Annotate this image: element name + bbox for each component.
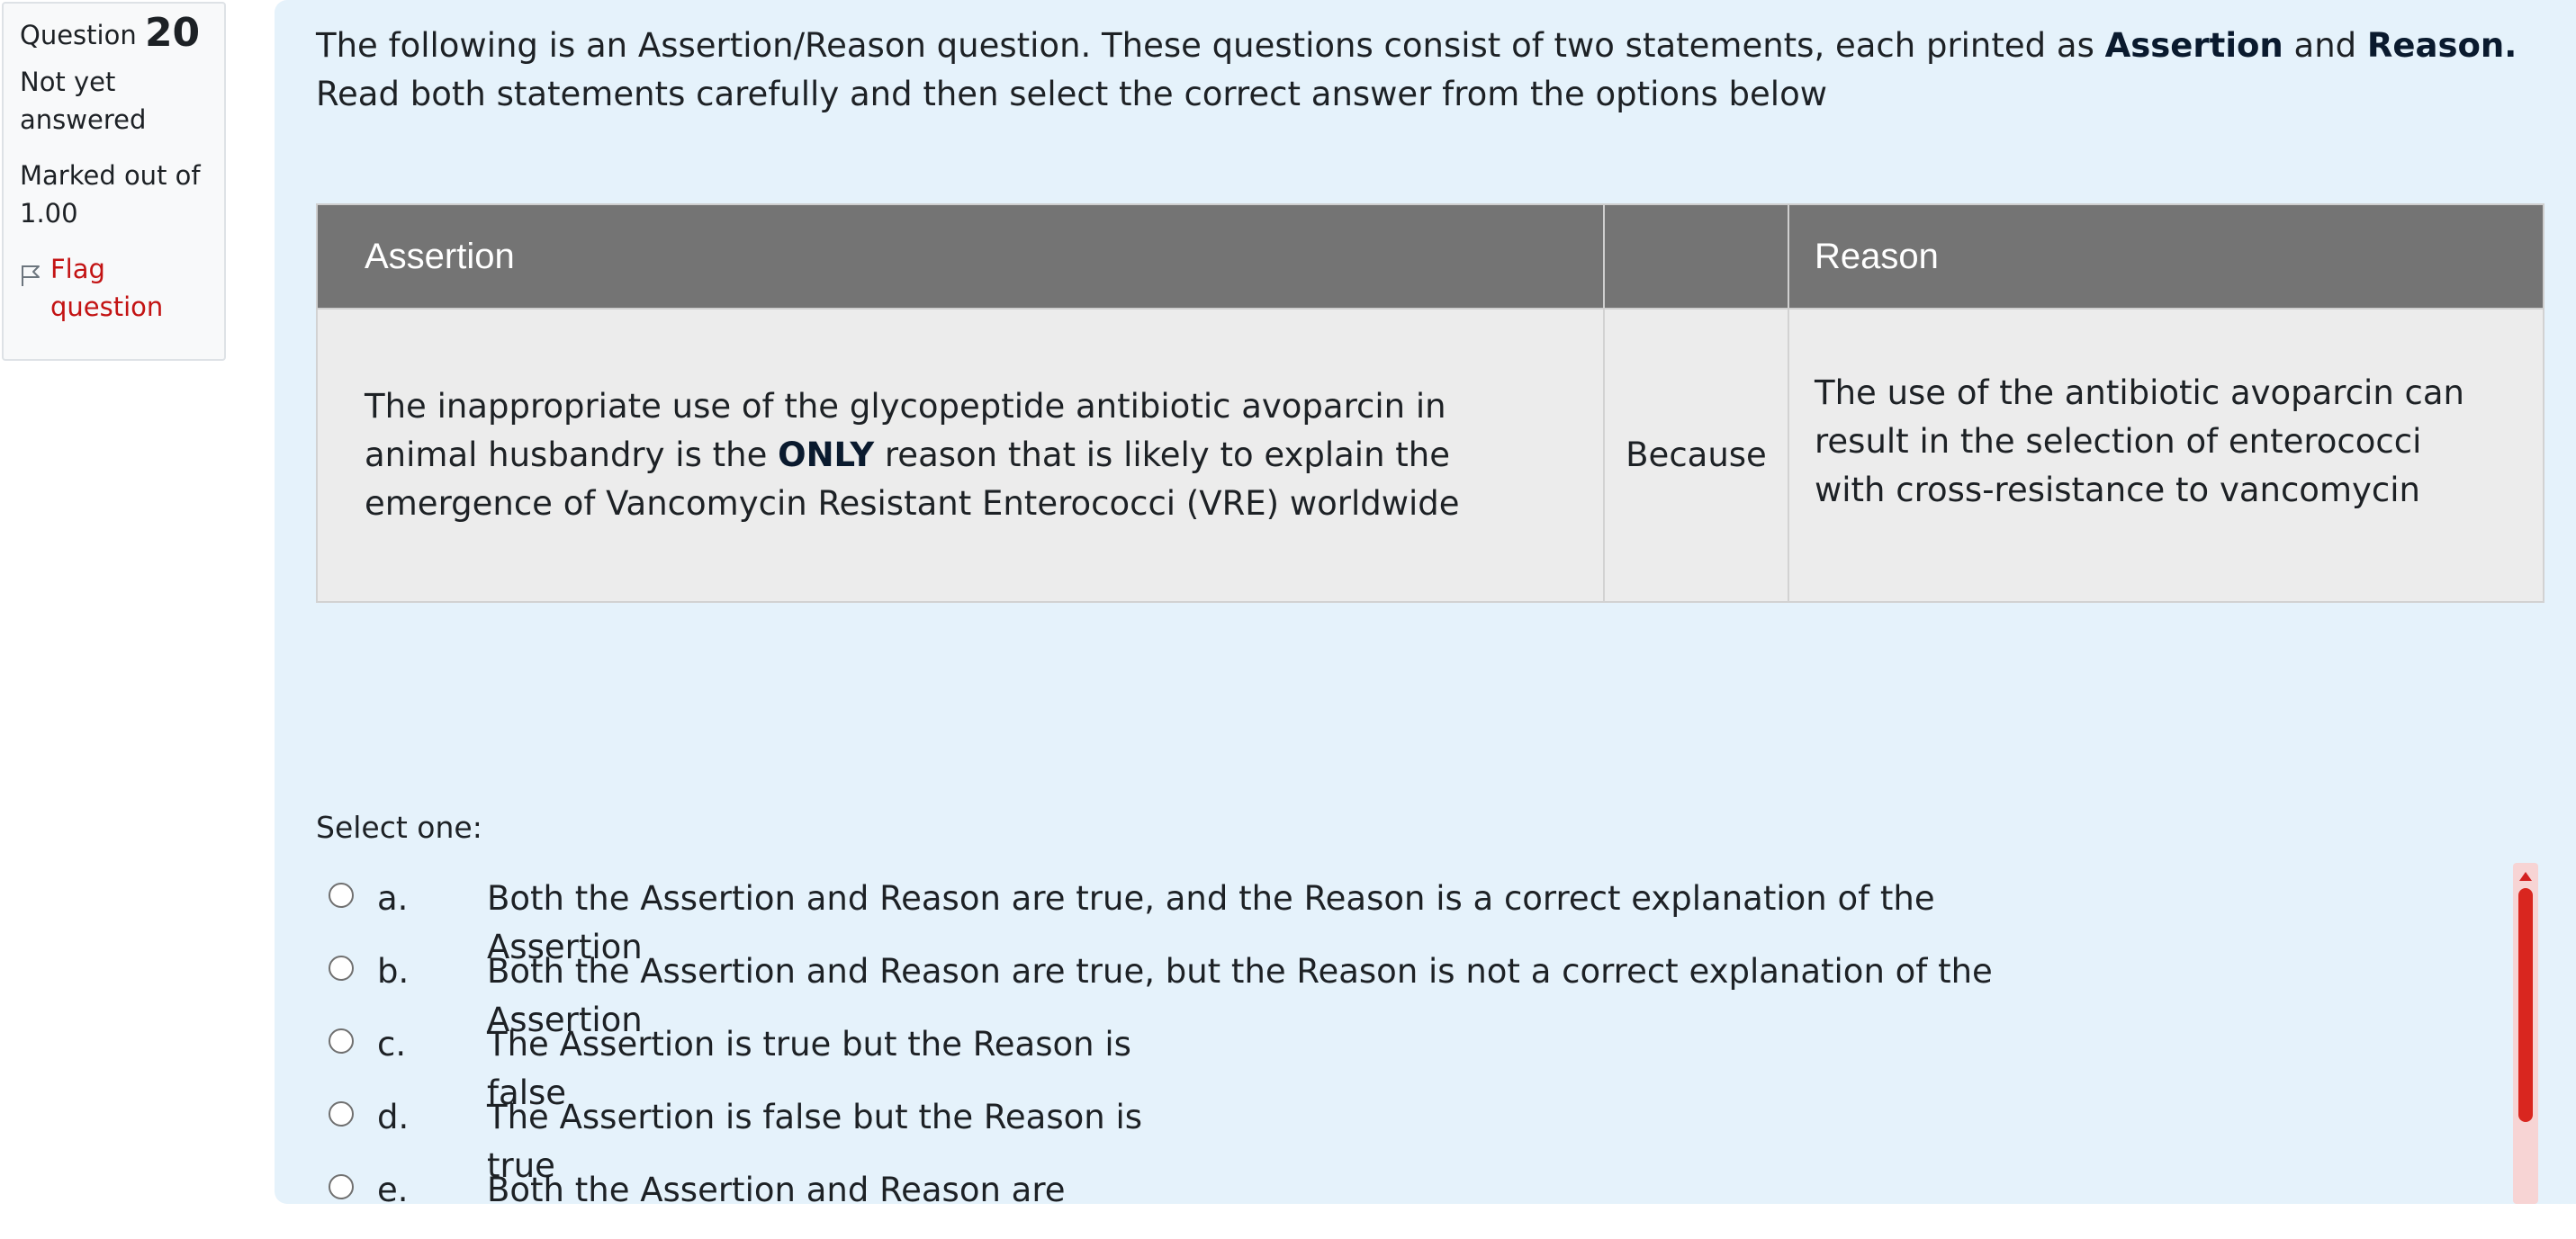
- question-text: The following is an Assertion/Reason que…: [316, 22, 2566, 119]
- option-text: Both the Assertion and Reason are: [487, 1166, 1066, 1215]
- answer-options: a. Both the Assertion and Reason are tru…: [329, 875, 2489, 1239]
- scrollbar-thumb[interactable]: [2518, 888, 2533, 1122]
- vertical-scrollbar[interactable]: [2513, 863, 2538, 1204]
- intro-bold-assertion: Assertion: [2104, 26, 2283, 65]
- header-reason: Reason: [1788, 203, 2544, 310]
- question-grade: Marked out of 1.00: [20, 160, 201, 229]
- table-row: The inappropriate use of the glycopeptid…: [316, 308, 2544, 603]
- answer-option-d[interactable]: d. The Assertion is false but the Reason…: [329, 1093, 2489, 1185]
- assertion-reason-table: Assertion Reason The inappropriate use o…: [316, 203, 2544, 603]
- because-cell: Because: [1603, 308, 1789, 603]
- table-header-row: Assertion Reason: [316, 203, 2544, 310]
- question-state: Not yet answered: [20, 67, 147, 135]
- option-text-line1: Both the Assertion and Reason are true, …: [487, 879, 1935, 918]
- flag-icon: [20, 259, 43, 286]
- select-one-prompt: Select one:: [316, 810, 482, 845]
- radio-d[interactable]: [329, 1101, 354, 1127]
- scroll-up-arrow-icon[interactable]: [2519, 872, 2532, 881]
- header-middle: [1603, 203, 1789, 310]
- option-text-line1: The Assertion is false but the Reason is: [487, 1098, 1143, 1136]
- assertion-cell: The inappropriate use of the glycopeptid…: [316, 308, 1605, 603]
- answer-option-a[interactable]: a. Both the Assertion and Reason are tru…: [329, 875, 2489, 966]
- option-letter: e.: [377, 1171, 409, 1209]
- answer-option-e[interactable]: e. Both the Assertion and Reason are: [329, 1166, 2489, 1239]
- answer-option-b[interactable]: b. Both the Assertion and Reason are tru…: [329, 947, 2489, 1039]
- intro-text-1: The following is an Assertion/Reason que…: [316, 26, 2105, 65]
- assertion-bold: ONLY: [778, 435, 875, 474]
- intro-text-line2: Read both statements carefully and then …: [316, 75, 1827, 113]
- flag-question-link[interactable]: Flag question: [20, 250, 208, 326]
- reason-cell: The use of the antibiotic avoparcin can …: [1788, 308, 2544, 603]
- flag-question-label: Flag question: [50, 254, 164, 322]
- question-label: Question: [20, 20, 137, 50]
- option-letter: c.: [377, 1025, 407, 1064]
- option-letter: d.: [377, 1098, 410, 1136]
- intro-bold-reason: Reason.: [2366, 26, 2517, 65]
- header-assertion: Assertion: [316, 203, 1605, 310]
- question-number: Question 20: [20, 13, 208, 54]
- radio-a[interactable]: [329, 883, 354, 908]
- question-info: Question 20 Not yet answered Marked out …: [2, 2, 226, 361]
- question-number-value: 20: [144, 10, 201, 56]
- question-content: The following is an Assertion/Reason que…: [275, 0, 2576, 1209]
- radio-c[interactable]: [329, 1028, 354, 1054]
- intro-text-2: and: [2283, 26, 2367, 65]
- radio-b[interactable]: [329, 956, 354, 981]
- option-text-line1: The Assertion is true but the Reason is: [487, 1025, 1131, 1064]
- option-letter: a.: [377, 879, 409, 918]
- radio-e[interactable]: [329, 1174, 354, 1199]
- answer-option-c[interactable]: c. The Assertion is true but the Reason …: [329, 1020, 2489, 1112]
- option-text-line1: Both the Assertion and Reason are true, …: [487, 952, 1993, 991]
- option-letter: b.: [377, 952, 410, 991]
